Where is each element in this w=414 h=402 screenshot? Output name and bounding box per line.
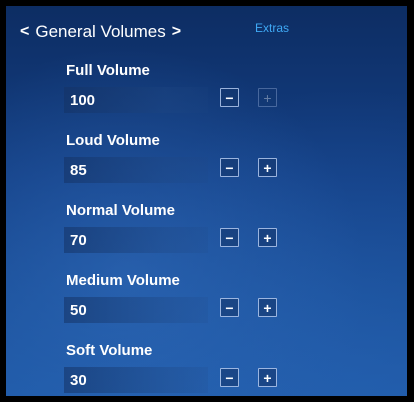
next-section-arrow-icon[interactable]: > [172,23,181,41]
decrease-button[interactable]: − [220,158,239,177]
value-field[interactable]: 70 [64,227,208,253]
value-field[interactable]: 50 [64,297,208,323]
value-text: 30 [70,371,87,389]
volume-settings-list: Full Volume 100 − + Loud Volume 85 − + N… [62,62,398,396]
setting-soft-volume: Soft Volume 30 − + [62,342,398,396]
value-text: 100 [70,91,96,109]
setting-loud-volume: Loud Volume 85 − + [62,132,398,202]
increase-button[interactable]: + [258,88,277,107]
previous-section-arrow-icon[interactable]: < [20,23,29,41]
decrease-button[interactable]: − [220,88,239,107]
value-text: 50 [70,301,87,319]
decrease-button[interactable]: − [220,228,239,247]
setting-normal-volume: Normal Volume 70 − + [62,202,398,272]
setting-label: Normal Volume [66,202,175,219]
section-header: < General Volumes > [20,18,181,46]
decrease-button[interactable]: − [220,368,239,387]
increase-button[interactable]: + [258,158,277,177]
section-title[interactable]: General Volumes [35,22,165,42]
setting-full-volume: Full Volume 100 − + [62,62,398,132]
tab-extras[interactable]: Extras [255,21,289,35]
volume-settings-panel: < General Volumes > Extras Full Volume 1… [6,6,407,396]
value-field[interactable]: 100 [64,87,208,113]
value-field[interactable]: 85 [64,157,208,183]
increase-button[interactable]: + [258,298,277,317]
setting-label: Full Volume [66,62,150,79]
increase-button[interactable]: + [258,228,277,247]
value-text: 70 [70,231,87,249]
decrease-button[interactable]: − [220,298,239,317]
setting-label: Loud Volume [66,132,160,149]
setting-label: Soft Volume [66,342,153,359]
increase-button[interactable]: + [258,368,277,387]
setting-medium-volume: Medium Volume 50 − + [62,272,398,342]
setting-label: Medium Volume [66,272,180,289]
value-field[interactable]: 30 [64,367,208,393]
value-text: 85 [70,161,87,179]
